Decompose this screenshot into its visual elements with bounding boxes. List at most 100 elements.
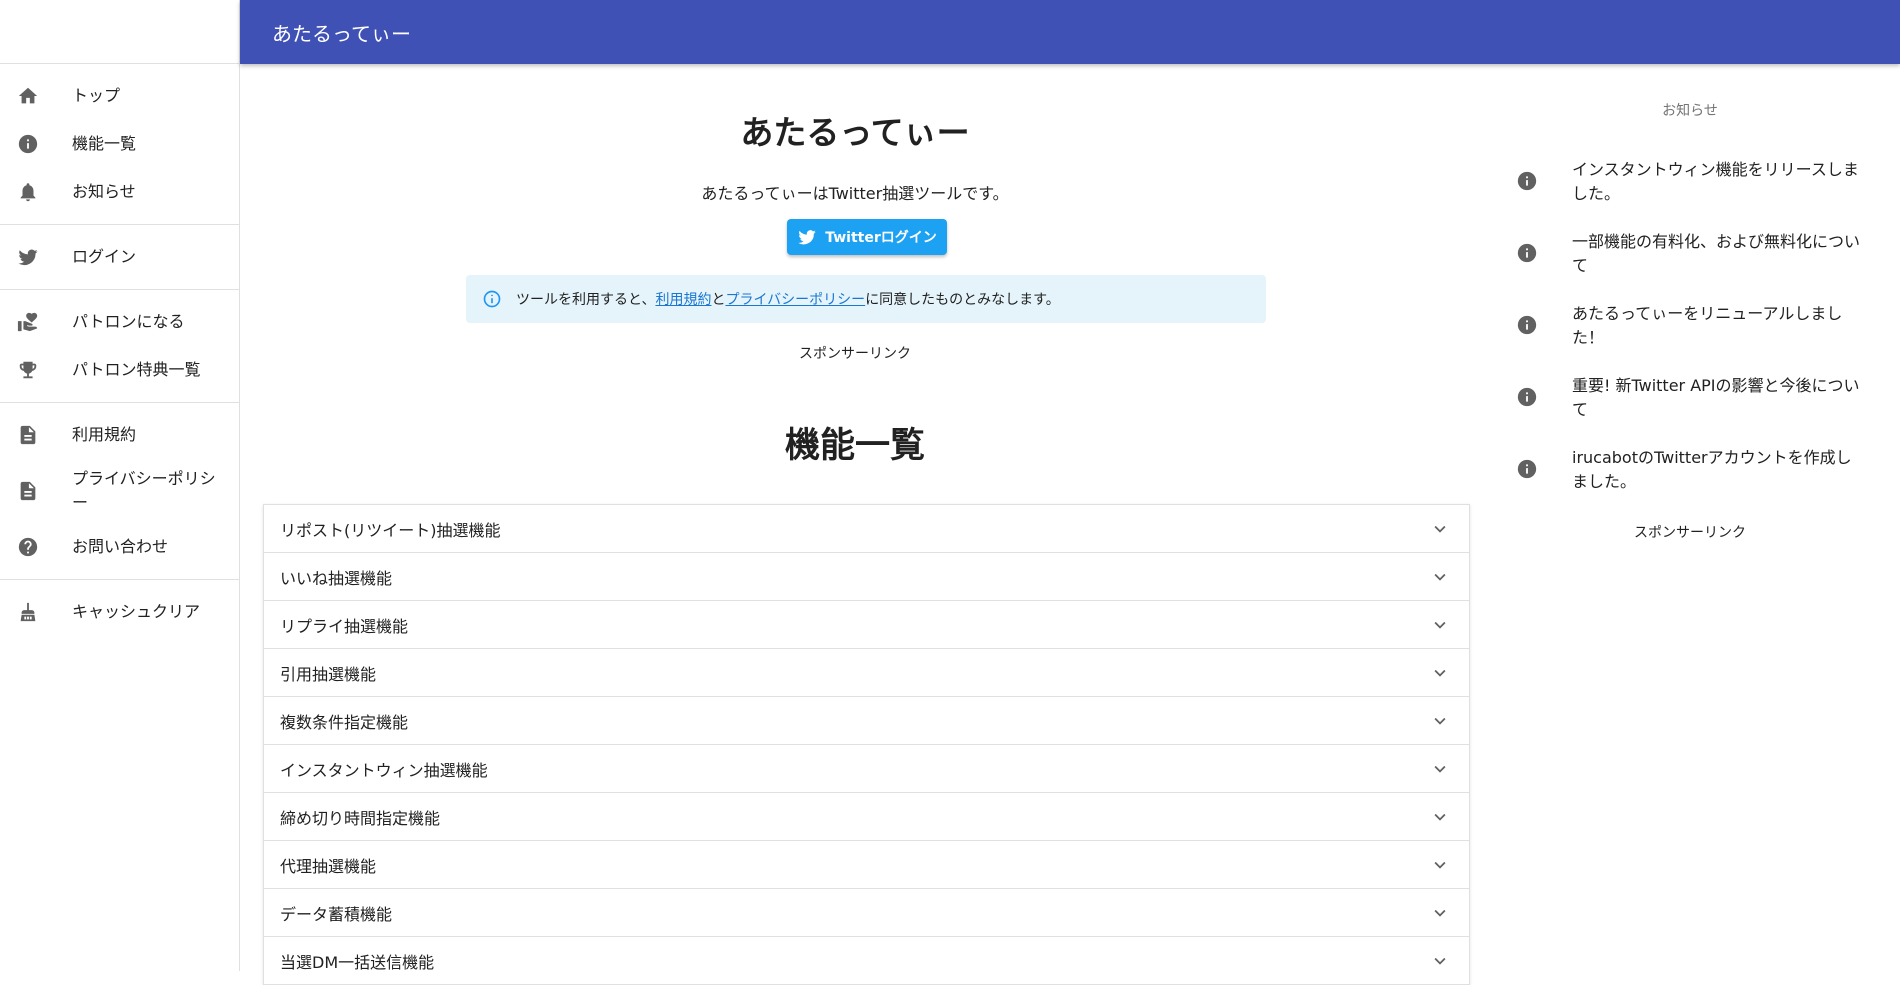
news-item[interactable]: インスタントウィン機能をリリースしました。 [1500, 146, 1880, 218]
chevron-down-icon [1434, 717, 1446, 725]
sidebar-item-cache-clear[interactable]: キャッシュクリア [0, 588, 239, 636]
notice-and: と [711, 292, 726, 308]
news-item[interactable]: 重要! 新Twitter APIの影響と今後について [1500, 362, 1880, 434]
feature-panel-proxy[interactable]: 代理抽選機能 [264, 841, 1469, 889]
feature-panel-data-storage[interactable]: データ蓄積機能 [264, 889, 1469, 937]
chevron-down-icon [1434, 621, 1446, 629]
terms-notice: ツールを利用すると、利用規約とプライバシーポリシーに同意したものとみなします。 [466, 275, 1266, 323]
sidebar-item-label: パトロン特典一覧 [72, 360, 201, 379]
sidebar-item-label: ログイン [72, 247, 137, 266]
features-title: 機能一覧 [784, 426, 925, 466]
trophy-icon [16, 358, 40, 382]
info-icon [1516, 170, 1540, 194]
news-item[interactable]: irucabotのTwitterアカウントを作成しました。 [1500, 434, 1880, 506]
terms-link[interactable]: 利用規約 [655, 292, 711, 308]
news-item-title: 重要! 新Twitter APIの影響と今後について [1572, 376, 1860, 419]
hero-description: あたるってぃーはTwitter抽選ツールです。 [701, 184, 1009, 203]
feature-label: データ蓄積機能 [280, 904, 393, 924]
feature-panel-like[interactable]: いいね抽選機能 [264, 553, 1469, 601]
bell-icon [16, 180, 40, 204]
sidebar-item-label: キャッシュクリア [72, 602, 201, 621]
sidebar-item-privacy[interactable]: プライバシーポリシー [0, 459, 239, 523]
news-list: インスタントウィン機能をリリースしました。 一部機能の有料化、および無料化につい… [1500, 146, 1880, 506]
chevron-down-icon [1434, 669, 1446, 677]
feature-panel-bulk-dm[interactable]: 当選DM一括送信機能 [264, 937, 1469, 985]
feature-panel-multi-condition[interactable]: 複数条件指定機能 [264, 697, 1469, 745]
info-icon [1516, 314, 1540, 338]
app-bar: あたるってぃー [240, 0, 1900, 64]
feature-label: リプライ抽選機能 [280, 616, 409, 636]
nav-group-main: トップ 機能一覧 お知らせ [0, 64, 239, 225]
info-outline-icon [483, 290, 501, 308]
chevron-down-icon [1434, 525, 1446, 533]
app-title[interactable]: あたるってぃー [272, 18, 411, 47]
feature-label: インスタントウィン抽選機能 [280, 760, 488, 780]
feature-label: 引用抽選機能 [280, 664, 377, 684]
sidebar-item-label: お問い合わせ [72, 537, 169, 556]
sponsor-link-label: スポンサーリンク [799, 346, 911, 362]
feature-label: リポスト(リツイート)抽選機能 [280, 520, 501, 540]
sidebar-header [0, 0, 239, 64]
notice-text: ツールを利用すると、利用規約とプライバシーポリシーに同意したものとみなします。 [516, 289, 1060, 309]
sidebar-item-label: お知らせ [72, 182, 136, 201]
twitter-icon [798, 230, 816, 245]
sidebar-item-top[interactable]: トップ [0, 72, 239, 120]
chevron-down-icon [1434, 765, 1446, 773]
news-item[interactable]: 一部機能の有料化、および無料化について [1500, 218, 1880, 290]
feature-label: 当選DM一括送信機能 [280, 952, 435, 972]
nav-group-auth: ログイン [0, 225, 239, 290]
privacy-link[interactable]: プライバシーポリシー [725, 292, 865, 308]
feature-panel-retweet[interactable]: リポスト(リツイート)抽選機能 [264, 505, 1469, 553]
chevron-down-icon [1434, 957, 1446, 965]
feature-label: いいね抽選機能 [280, 568, 393, 588]
broom-icon [16, 600, 40, 624]
help-circle-icon [16, 535, 40, 559]
twitter-login-button[interactable]: Twitterログイン [787, 219, 947, 255]
sidebar-item-news[interactable]: お知らせ [0, 168, 239, 216]
sidebar-item-features[interactable]: 機能一覧 [0, 120, 239, 168]
home-icon [16, 84, 40, 108]
chevron-down-icon [1434, 573, 1446, 581]
sidebar-item-terms[interactable]: 利用規約 [0, 411, 239, 459]
news-item[interactable]: あたるってぃーをリニューアルしました！ [1500, 290, 1880, 362]
login-button-label: Twitterログイン [825, 230, 937, 246]
feature-label: 代理抽選機能 [280, 856, 377, 876]
notice-prefix: ツールを利用すると、 [516, 292, 656, 308]
sidebar-item-label: パトロンになる [72, 312, 185, 331]
chevron-down-icon [1434, 861, 1446, 869]
hand-heart-icon [16, 310, 40, 334]
feature-panel-quote[interactable]: 引用抽選機能 [264, 649, 1469, 697]
features-accordion: リポスト(リツイート)抽選機能 いいね抽選機能 リプライ抽選機能 引用抽選機能 … [263, 504, 1470, 985]
feature-panel-deadline[interactable]: 締め切り時間指定機能 [264, 793, 1469, 841]
nav-group-patron: パトロンになる パトロン特典一覧 [0, 290, 239, 403]
sidebar-item-login[interactable]: ログイン [0, 233, 239, 281]
nav-group-tools: キャッシュクリア [0, 580, 239, 644]
news-item-title: インスタントウィン機能をリリースしました。 [1572, 160, 1859, 203]
notice-suffix: に同意したものとみなします。 [865, 292, 1060, 308]
sidebar-item-become-patron[interactable]: パトロンになる [0, 298, 239, 346]
info-icon [1516, 242, 1540, 266]
news-item-title: あたるってぃーをリニューアルしました！ [1572, 304, 1843, 347]
sponsor-link-label: スポンサーリンク [1634, 525, 1746, 541]
info-icon [1516, 386, 1540, 410]
sidebar-item-label: プライバシーポリシー [72, 469, 216, 512]
feature-panel-instant-win[interactable]: インスタントウィン抽選機能 [264, 745, 1469, 793]
hero-title: あたるってぃー [740, 113, 970, 152]
feature-label: 締め切り時間指定機能 [280, 808, 441, 828]
news-panel: お知らせ インスタントウィン機能をリリースしました。 一部機能の有料化、および無… [1500, 64, 1880, 971]
main-content: あたるってぃー あたるってぃーはTwitter抽選ツールです。 Twitterロ… [240, 64, 1470, 985]
sidebar-item-contact[interactable]: お問い合わせ [0, 523, 239, 571]
info-icon [1516, 458, 1540, 482]
sidebar-item-patron-benefits[interactable]: パトロン特典一覧 [0, 346, 239, 394]
document-icon [16, 479, 40, 503]
news-item-title: 一部機能の有料化、および無料化について [1572, 232, 1861, 275]
nav-group-legal: 利用規約 プライバシーポリシー お問い合わせ [0, 403, 239, 580]
news-heading: お知らせ [1662, 103, 1718, 119]
sidebar-item-label: 機能一覧 [72, 134, 137, 153]
info-icon [16, 132, 40, 156]
feature-panel-reply[interactable]: リプライ抽選機能 [264, 601, 1469, 649]
chevron-down-icon [1434, 813, 1446, 821]
sidebar-item-label: トップ [72, 86, 121, 105]
news-item-title: irucabotのTwitterアカウントを作成しました。 [1572, 448, 1852, 491]
document-icon [16, 423, 40, 447]
